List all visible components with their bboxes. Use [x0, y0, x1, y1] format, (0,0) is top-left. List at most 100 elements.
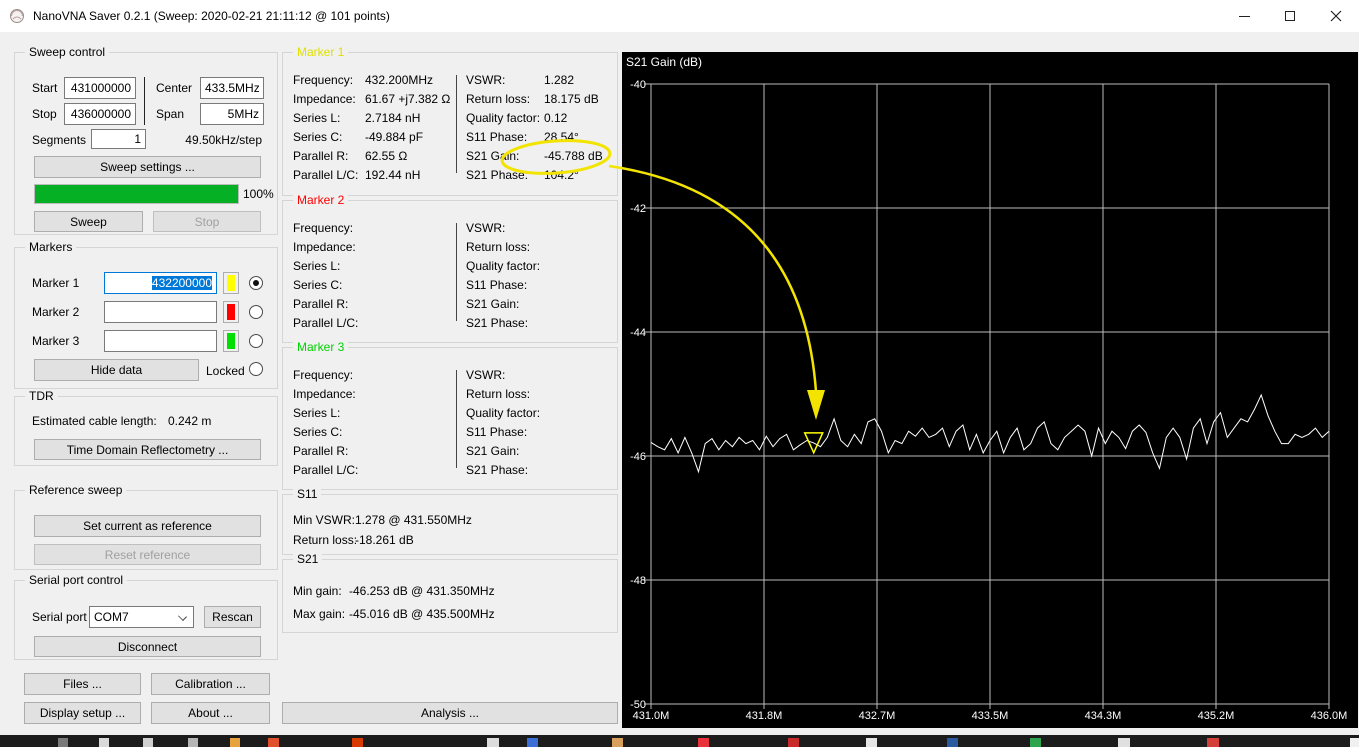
- marker-data-row: S11 Phase:: [466, 278, 528, 292]
- taskbar-icon[interactable]: [788, 738, 799, 747]
- s11-panel: S11 Min VSWR: 1.278 @ 431.550MHz Return …: [282, 487, 618, 555]
- serial-port-value: COM7: [94, 610, 129, 624]
- marker-data-divider: [456, 223, 457, 321]
- locked-radio[interactable]: [249, 362, 263, 376]
- sweep-button[interactable]: Sweep: [34, 211, 143, 232]
- minimize-button[interactable]: [1221, 0, 1267, 32]
- tdr-legend: TDR: [25, 389, 58, 403]
- marker-2-label: Marker 2: [32, 305, 80, 319]
- taskbar-icon[interactable]: [352, 738, 363, 747]
- marker-data-row: Frequency: 432.200MHz: [293, 73, 434, 87]
- marker-2-data-legend: Marker 2: [293, 193, 349, 207]
- marker-data-row: Series C: -49.884 pF: [293, 130, 424, 144]
- maximize-button[interactable]: [1267, 0, 1313, 32]
- marker-1-data-panel: Marker 1 Frequency: 432.200MHz Impedance: 61…: [282, 45, 618, 196]
- close-button[interactable]: [1313, 0, 1359, 32]
- taskbar-icon[interactable]: [487, 738, 499, 747]
- marker-data-row: VSWR:: [466, 368, 506, 382]
- taskbar-icon[interactable]: [230, 738, 240, 747]
- app-window: NanoVNA Saver 0.2.1 (Sweep: 2020-02-21 2…: [0, 0, 1359, 747]
- display-setup-button[interactable]: Display setup ...: [24, 702, 141, 724]
- svg-text:-42: -42: [630, 203, 646, 215]
- svg-text:S21 Gain (dB): S21 Gain (dB): [626, 55, 702, 69]
- svg-text:432.7M: 432.7M: [859, 710, 896, 722]
- svg-text:-44: -44: [630, 327, 646, 339]
- locked-label: Locked: [206, 364, 245, 378]
- taskbar-icon[interactable]: [143, 738, 153, 747]
- calibration-button[interactable]: Calibration ...: [151, 673, 270, 695]
- marker-3-data-legend: Marker 3: [293, 340, 349, 354]
- s11-return-loss-value: -18.261 dB: [355, 533, 414, 547]
- marker-data-row: Return loss:: [466, 387, 531, 401]
- stop-input[interactable]: [64, 103, 136, 125]
- svg-text:435.2M: 435.2M: [1198, 710, 1235, 722]
- marker-data-row: Series L:: [293, 406, 341, 420]
- marker-3-color-swatch[interactable]: [223, 330, 239, 352]
- marker-3-label: Marker 3: [32, 334, 80, 348]
- marker-3-data-panel: Marker 3 Frequency: Impedance: Series L: Ser…: [282, 340, 618, 490]
- marker-data-row: Impedance:: [293, 387, 356, 401]
- taskbar-icon[interactable]: [58, 738, 68, 747]
- marker-2-frequency-input[interactable]: [104, 301, 217, 323]
- tdr-group: TDR Estimated cable length: 0.242 m Time…: [14, 389, 278, 466]
- min-vswr-value: 1.278 @ 431.550MHz: [355, 513, 472, 527]
- marker-data-row: Frequency:: [293, 221, 354, 235]
- disconnect-button[interactable]: Disconnect: [34, 636, 261, 657]
- taskbar-icon[interactable]: [99, 738, 109, 747]
- marker-data-row: S11 Phase: 28.54°: [466, 130, 579, 144]
- serial-port-select[interactable]: COM7: [89, 606, 194, 628]
- taskbar-icon[interactable]: [1118, 738, 1130, 747]
- marker-2-color-swatch[interactable]: [223, 301, 239, 323]
- taskbar-icon[interactable]: [612, 738, 623, 747]
- tdr-button[interactable]: Time Domain Reflectometry ...: [34, 439, 261, 460]
- cable-length-label: Estimated cable length:: [32, 414, 157, 428]
- marker-1-label: Marker 1: [32, 276, 80, 290]
- marker-data-row: Return loss:: [466, 240, 531, 254]
- stop-button[interactable]: Stop: [153, 211, 261, 232]
- marker-1-radio[interactable]: [249, 276, 263, 290]
- taskbar-icon[interactable]: [188, 738, 198, 747]
- taskbar-icon[interactable]: [866, 738, 877, 747]
- s21-gain-chart[interactable]: -40 -42 -44 -46 -48 -50 431.0M 431.8M 432.7M 433.…: [622, 52, 1358, 728]
- taskbar-icon[interactable]: [698, 738, 709, 747]
- cable-length-value: 0.242 m: [168, 414, 212, 428]
- taskbar-icon[interactable]: [268, 738, 279, 747]
- marker-1-frequency-input[interactable]: 432200000: [104, 272, 217, 294]
- marker-2-radio[interactable]: [249, 305, 263, 319]
- segments-label: Segments: [32, 133, 87, 147]
- sweep-settings-button[interactable]: Sweep settings ...: [34, 156, 261, 178]
- min-gain-value: -46.253 dB @ 431.350MHz: [349, 584, 495, 598]
- analysis-button[interactable]: Analysis ...: [282, 702, 618, 724]
- marker-data-row: Series C:: [293, 278, 343, 292]
- hide-data-button[interactable]: Hide data: [34, 359, 199, 381]
- marker-3-frequency-input[interactable]: [104, 330, 217, 352]
- taskbar-icon[interactable]: [947, 738, 958, 747]
- segments-input[interactable]: [91, 129, 146, 149]
- title-bar: NanoVNA Saver 0.2.1 (Sweep: 2020-02-21 2…: [0, 0, 1359, 32]
- start-input[interactable]: [64, 77, 136, 99]
- reset-reference-button[interactable]: Reset reference: [34, 544, 261, 565]
- marker-data-row: Quality factor:: [466, 406, 541, 420]
- taskbar-icon[interactable]: [1207, 738, 1219, 747]
- svg-text:431.0M: 431.0M: [633, 710, 670, 722]
- svg-text:-40: -40: [630, 79, 646, 91]
- taskbar-icon[interactable]: [1030, 738, 1041, 747]
- span-input[interactable]: [200, 103, 264, 125]
- marker-data-row: S21 Gain: -45.788 dB: [466, 149, 603, 163]
- files-button[interactable]: Files ...: [24, 673, 141, 695]
- marker-1-color-swatch[interactable]: [223, 272, 239, 294]
- about-button[interactable]: About ...: [151, 702, 270, 724]
- marker-data-row: VSWR:: [466, 221, 506, 235]
- taskbar-icon[interactable]: [527, 738, 538, 747]
- max-gain-value: -45.016 dB @ 435.500MHz: [349, 607, 495, 621]
- center-input[interactable]: [200, 77, 264, 99]
- taskbar[interactable]: [0, 735, 1359, 747]
- taskbar-icon[interactable]: [1350, 738, 1359, 747]
- set-reference-button[interactable]: Set current as reference: [34, 515, 261, 537]
- step-size-text: 49.50kHz/step: [185, 133, 262, 147]
- marker-data-row: VSWR: 1.282: [466, 73, 575, 87]
- rescan-button[interactable]: Rescan: [204, 606, 261, 628]
- app-icon: [10, 9, 24, 23]
- marker-3-radio[interactable]: [249, 334, 263, 348]
- marker-1-data-legend: Marker 1: [293, 45, 349, 59]
